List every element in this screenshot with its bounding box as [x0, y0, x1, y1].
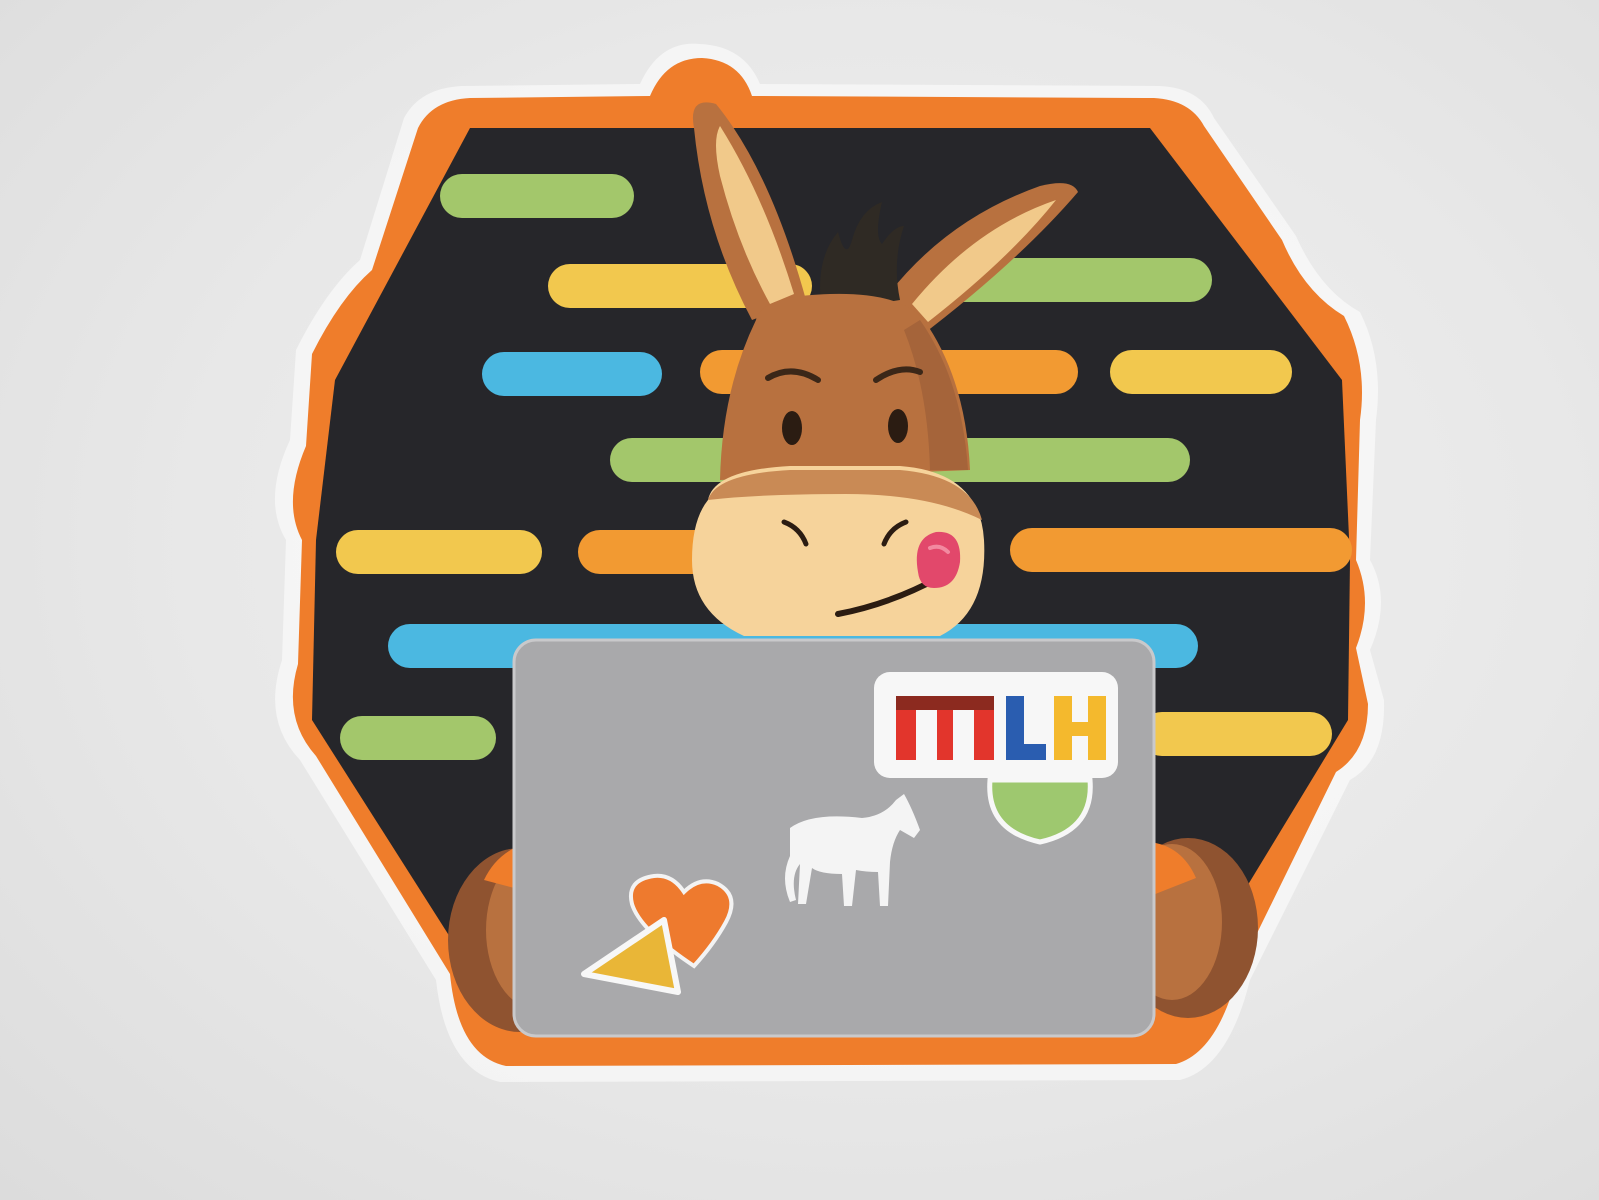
donkey-laptop-sticker	[274, 43, 1385, 1083]
right-eye	[888, 409, 908, 443]
laptop	[512, 638, 1156, 1038]
left-eye	[782, 411, 802, 445]
photo-background	[0, 0, 1599, 1200]
mlh-logo-sticker	[874, 672, 1118, 778]
